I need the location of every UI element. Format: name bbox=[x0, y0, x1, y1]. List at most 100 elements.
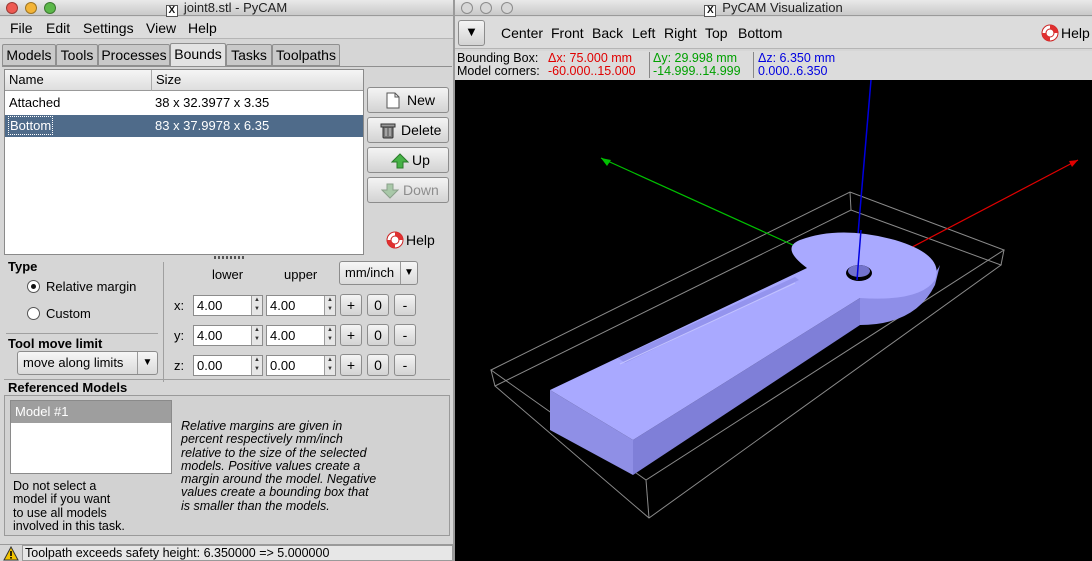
column-header-size[interactable]: Size bbox=[152, 70, 363, 91]
tool-move-limit-select[interactable]: move along limits ▼ bbox=[17, 351, 158, 375]
3d-viewport[interactable] bbox=[455, 80, 1092, 561]
menu-view[interactable]: View bbox=[146, 20, 176, 36]
down-button[interactable]: Down bbox=[367, 177, 449, 203]
hint-line: involved in this task. bbox=[13, 518, 125, 533]
status-message: Toolpath exceeds safety height: 6.350000… bbox=[22, 545, 453, 561]
z-zero-button[interactable]: 0 bbox=[367, 354, 389, 376]
spinner-arrows-icon[interactable]: ▲ ▼ bbox=[324, 296, 335, 315]
window-title: joint8.stl - PyCAM bbox=[183, 0, 288, 15]
bounds-table[interactable]: Name Size Attached 38 x 32.3977 x 3.35 B… bbox=[4, 69, 364, 255]
relative-margin-label[interactable]: Relative margin bbox=[46, 279, 136, 294]
bound-name: Attached bbox=[9, 95, 61, 110]
unit-select[interactable]: mm/inch ▼ bbox=[339, 261, 418, 285]
hint-line: to use all models bbox=[13, 505, 107, 520]
table-row[interactable]: Bottom 83 x 37.9978 x 6.35 bbox=[5, 115, 363, 137]
z-upper-value: 0.00 bbox=[270, 358, 296, 373]
tab-bounds[interactable]: Bounds bbox=[170, 43, 226, 67]
new-button[interactable]: New bbox=[367, 87, 449, 113]
view-menu-dropdown[interactable]: ▼ bbox=[458, 20, 485, 46]
up-label: Up bbox=[412, 152, 430, 168]
y-minus-button[interactable]: - bbox=[394, 324, 416, 346]
x-zero-button[interactable]: 0 bbox=[367, 294, 389, 316]
divider bbox=[6, 333, 158, 334]
y-axis-arrow bbox=[601, 158, 611, 166]
tab-models[interactable]: Models bbox=[2, 44, 56, 66]
up-button[interactable]: Up bbox=[367, 147, 449, 173]
view-bottom-button[interactable]: Bottom bbox=[738, 25, 782, 41]
corners-z: 0.000..6.350 bbox=[758, 64, 828, 78]
delete-button[interactable]: Delete bbox=[367, 117, 449, 143]
lower-column-label: lower bbox=[212, 267, 244, 282]
description-line: values create a bounding box that bbox=[181, 485, 369, 500]
spinner-arrows-icon[interactable]: ▲ ▼ bbox=[251, 296, 262, 315]
menu-edit[interactable]: Edit bbox=[46, 20, 70, 36]
pane-splitter-handle[interactable] bbox=[214, 256, 246, 259]
y-lower-value: 4.00 bbox=[197, 328, 223, 343]
y-upper-input[interactable]: 4.00 ▲ ▼ bbox=[266, 325, 336, 346]
description-line: percent respectively mm/inch bbox=[181, 432, 343, 447]
new-document-icon bbox=[386, 92, 400, 109]
tab-processes[interactable]: Processes bbox=[98, 44, 170, 66]
view-front-button[interactable]: Front bbox=[551, 25, 584, 41]
warning-icon bbox=[3, 546, 19, 561]
down-label: Down bbox=[403, 182, 439, 198]
x-lower-value: 4.00 bbox=[197, 298, 223, 313]
spinner-arrows-icon[interactable]: ▲ ▼ bbox=[251, 326, 262, 345]
viz-help-label: Help bbox=[1061, 25, 1090, 41]
view-top-button[interactable]: Top bbox=[705, 25, 728, 41]
view-back-button[interactable]: Back bbox=[592, 25, 623, 41]
lifebuoy-icon bbox=[1041, 24, 1059, 42]
type-section-title: Type bbox=[8, 259, 38, 274]
menu-file[interactable]: File bbox=[10, 20, 33, 36]
tab-tools[interactable]: Tools bbox=[56, 44, 98, 66]
view-toolbar: ▼ Center Front Back Left Right Top Botto… bbox=[455, 17, 1092, 49]
3d-scene[interactable] bbox=[455, 80, 1092, 561]
list-item[interactable]: Model #1 bbox=[11, 401, 171, 423]
x-lower-input[interactable]: 4.00 ▲ ▼ bbox=[193, 295, 263, 316]
relative-margins-description: Relative margins are given in percent re… bbox=[181, 419, 443, 513]
y-zero-button[interactable]: 0 bbox=[367, 324, 389, 346]
spinner-arrows-icon[interactable]: ▲ ▼ bbox=[324, 356, 335, 375]
referenced-models-list[interactable]: Model #1 bbox=[10, 400, 172, 474]
description-line: relative to the size of the selected bbox=[181, 445, 367, 460]
x-plus-button[interactable]: + bbox=[340, 294, 362, 316]
info-divider bbox=[649, 52, 650, 78]
z-upper-input[interactable]: 0.00 ▲ ▼ bbox=[266, 355, 336, 376]
status-bar: Toolpath exceeds safety height: 6.350000… bbox=[0, 544, 453, 561]
hint-line: model if you want bbox=[13, 492, 111, 507]
bound-size: 38 x 32.3977 x 3.35 bbox=[155, 95, 270, 110]
tab-toolpaths[interactable]: Toolpaths bbox=[272, 44, 340, 66]
menu-settings[interactable]: Settings bbox=[83, 20, 134, 36]
z-minus-button[interactable]: - bbox=[394, 354, 416, 376]
view-left-button[interactable]: Left bbox=[632, 25, 655, 41]
help-button[interactable]: Help bbox=[384, 230, 444, 252]
view-right-button[interactable]: Right bbox=[664, 25, 697, 41]
relative-margin-radio[interactable] bbox=[27, 280, 40, 293]
z-lower-input[interactable]: 0.00 ▲ ▼ bbox=[193, 355, 263, 376]
x-minus-button[interactable]: - bbox=[394, 294, 416, 316]
hint-line: Do not select a bbox=[13, 479, 97, 493]
menu-help[interactable]: Help bbox=[188, 20, 217, 36]
x-upper-input[interactable]: 4.00 ▲ ▼ bbox=[266, 295, 336, 316]
trash-icon bbox=[380, 123, 396, 139]
x11-icon: X bbox=[165, 5, 178, 17]
tab-tasks[interactable]: Tasks bbox=[226, 44, 272, 66]
y-plus-button[interactable]: + bbox=[340, 324, 362, 346]
table-row[interactable]: Attached 38 x 32.3977 x 3.35 bbox=[5, 92, 363, 114]
bounding-box-info: Bounding Box: Model corners: Δx: 75.000 … bbox=[455, 51, 1092, 80]
y-upper-value: 4.00 bbox=[270, 328, 296, 343]
z-plus-button[interactable]: + bbox=[340, 354, 362, 376]
model-corners-label: Model corners: bbox=[457, 64, 540, 78]
spinner-arrows-icon[interactable]: ▲ ▼ bbox=[324, 326, 335, 345]
corners-y: -14.999..14.999 bbox=[653, 64, 741, 78]
view-center-button[interactable]: Center bbox=[501, 25, 543, 41]
tool-move-limit-title: Tool move limit bbox=[8, 336, 103, 351]
custom-radio[interactable] bbox=[27, 307, 40, 320]
tool-move-limit-value: move along limits bbox=[23, 355, 124, 370]
spinner-arrows-icon[interactable]: ▲ ▼ bbox=[251, 356, 262, 375]
viz-help-button[interactable]: Help bbox=[1041, 23, 1091, 43]
custom-label[interactable]: Custom bbox=[46, 306, 91, 321]
info-divider bbox=[753, 52, 754, 78]
column-header-name[interactable]: Name bbox=[5, 70, 152, 91]
y-lower-input[interactable]: 4.00 ▲ ▼ bbox=[193, 325, 263, 346]
